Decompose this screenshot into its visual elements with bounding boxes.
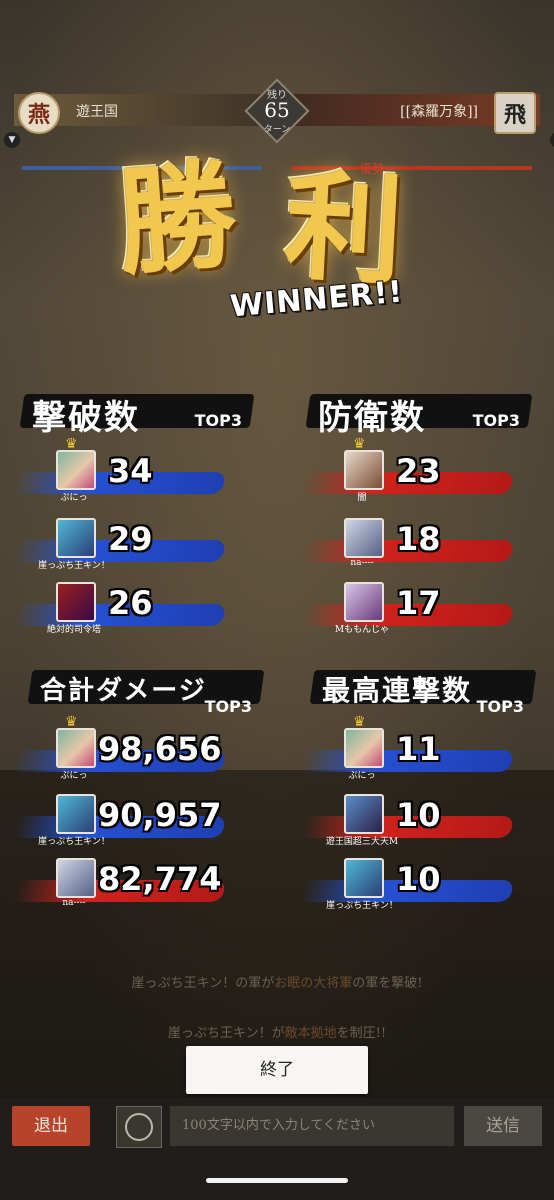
avatar[interactable]	[56, 794, 96, 834]
damage-rank-1: ♛ ぷにっ 98,656	[13, 714, 266, 788]
stat-value: 11	[396, 730, 441, 768]
exit-button[interactable]: 退出	[12, 1106, 90, 1146]
player-name: 絶対的司令塔	[46, 625, 101, 635]
stat-value: 18	[396, 520, 441, 558]
stat-value: 17	[396, 584, 441, 622]
avatar[interactable]	[344, 728, 384, 768]
defense-rank-3: Mももんじゃ 17	[301, 582, 534, 642]
damage-tag: TOP3	[204, 697, 252, 716]
avatar[interactable]	[344, 858, 384, 898]
stat-value: 10	[396, 860, 441, 898]
stat-value: 26	[108, 584, 153, 622]
kills-rank-1: ♛ ぷにっ 34	[13, 436, 246, 510]
defense-rank-2: na---- 18	[301, 518, 534, 578]
player-name: na----	[62, 898, 86, 908]
damage-heading: 合計ダメージ TOP3	[27, 664, 265, 716]
combo-title: 最高連撃数	[322, 674, 473, 707]
player-name: 崖っぷち王キン！	[326, 901, 398, 911]
player-name: 遊王国超三大天M	[325, 837, 399, 847]
stat-value: 98,656	[98, 730, 222, 768]
damage-rank-3: na---- 82,774	[13, 858, 266, 918]
victory-kanji-2: 利	[281, 156, 407, 301]
player-name: ぷにっ	[60, 493, 88, 503]
winner-text: WINNER!!	[228, 274, 405, 325]
kills-rank-2: 崖っぷち王キン！ 29	[13, 518, 246, 578]
avatar[interactable]	[344, 518, 384, 558]
damage-rank-2: 崖っぷち王キン！ 90,957	[13, 794, 266, 854]
combo-rank-1: ♛ ぷにっ 11	[301, 714, 534, 788]
battle-log-message-2: 崖っぷち王キン！が敵本拠地を制圧!!	[167, 1026, 387, 1041]
stat-value: 10	[396, 796, 441, 834]
stat-value: 90,957	[98, 796, 222, 834]
smiley-icon	[125, 1113, 153, 1141]
emoji-button[interactable]	[116, 1106, 162, 1148]
defense-heading: 防衛数 TOP3	[305, 388, 533, 438]
stat-value: 82,774	[98, 860, 222, 898]
turns-value: 65	[264, 98, 290, 122]
right-team-name: [[森羅万象]]	[400, 104, 478, 120]
damage-title: 合計ダメージ	[40, 676, 207, 706]
player-name: 闇	[357, 493, 367, 503]
avatar[interactable]	[56, 518, 96, 558]
chevron-down-icon: ▼	[4, 132, 20, 148]
battle-log-message-1: 崖っぷち王キン！の軍がお眠の大将軍の軍を撃破!	[131, 976, 423, 991]
defense-rank-1: ♛ 闇 23	[301, 436, 534, 510]
player-name: 崖っぷち王キン！	[38, 561, 110, 571]
player-name: ぷにっ	[60, 771, 88, 781]
send-button[interactable]: 送信	[464, 1106, 542, 1146]
avatar[interactable]	[56, 728, 96, 768]
stat-value: 34	[108, 452, 153, 490]
turns-label-bottom: ターン	[263, 125, 291, 135]
right-team-emblem[interactable]: 飛	[494, 92, 536, 134]
combo-rank-2: 遊王国超三大天M 10	[301, 794, 534, 854]
combo-rank-3: 崖っぷち王キン！ 10	[301, 858, 534, 918]
kills-title: 撃破数	[32, 398, 140, 438]
combo-heading: 最高連撃数 TOP3	[309, 664, 537, 716]
player-name: ぷにっ	[348, 771, 376, 781]
avatar[interactable]	[56, 858, 96, 898]
end-button[interactable]: 終了	[186, 1046, 368, 1094]
battle-header: 燕 遊王国 [[森羅万象]] 飛 残り 65 ターン	[14, 78, 540, 144]
combo-tag: TOP3	[476, 697, 524, 716]
kills-tag: TOP3	[194, 411, 242, 430]
chat-input[interactable]: 100文字以内で入力してください	[170, 1106, 454, 1146]
chat-bar: 退出 100文字以内で入力してください 送信	[0, 1098, 554, 1200]
avatar[interactable]	[56, 582, 96, 622]
left-team-emblem[interactable]: 燕	[18, 92, 60, 134]
stat-value: 23	[396, 452, 441, 490]
kills-rank-3: 絶対的司令塔 26	[13, 582, 246, 642]
left-team-name: 遊王国	[76, 104, 118, 120]
turn-counter: 残り 65 ターン	[244, 78, 310, 144]
avatar[interactable]	[344, 450, 384, 490]
defense-tag: TOP3	[472, 411, 520, 430]
player-name: na----	[350, 558, 374, 568]
avatar[interactable]	[56, 450, 96, 490]
stat-value: 29	[108, 520, 153, 558]
player-name: Mももんじゃ	[334, 625, 390, 635]
victory-kanji-1: 勝	[113, 145, 241, 292]
player-name: 崖っぷち王キン！	[38, 837, 110, 847]
victory-banner: 勝 利 WINNER!!	[110, 145, 450, 330]
avatar[interactable]	[344, 794, 384, 834]
home-indicator[interactable]	[206, 1178, 348, 1183]
avatar[interactable]	[344, 582, 384, 622]
kills-heading: 撃破数 TOP3	[19, 388, 255, 438]
defense-title: 防衛数	[318, 398, 426, 438]
